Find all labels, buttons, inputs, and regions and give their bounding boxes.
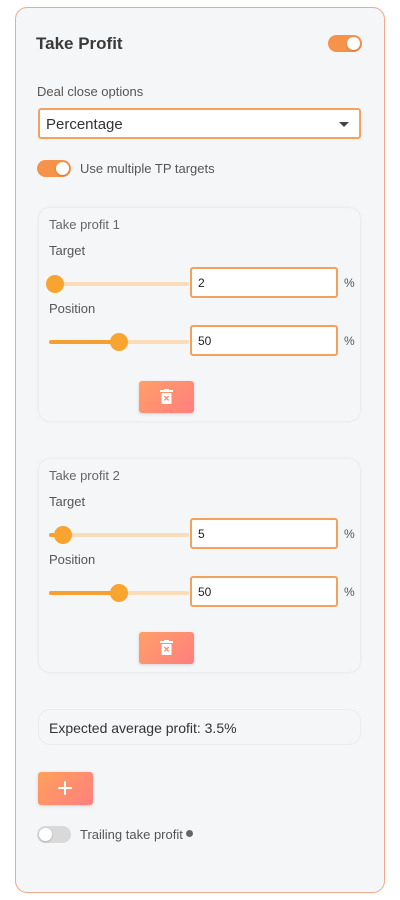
target-input[interactable] — [190, 267, 338, 298]
delete-target-button[interactable] — [139, 632, 194, 664]
take-profit-panel: Take Profit Deal close options Percentag… — [15, 7, 385, 893]
take-profit-toggle[interactable] — [328, 35, 362, 52]
card-title: Take profit 1 — [49, 217, 120, 232]
plus-icon — [58, 781, 72, 795]
deal-close-value: Percentage — [46, 116, 123, 133]
deal-close-label: Deal close options — [37, 84, 144, 99]
target-slider[interactable] — [49, 526, 189, 544]
target-slider[interactable] — [46, 275, 189, 293]
slider-thumb[interactable] — [110, 333, 128, 351]
toggle-knob — [39, 828, 52, 841]
take-profit-card-2: Take profit 2 Target % Position % — [38, 458, 361, 673]
slider-thumb[interactable] — [54, 526, 72, 544]
position-input[interactable] — [190, 325, 338, 356]
info-icon[interactable] — [186, 830, 193, 837]
slider-track — [49, 282, 189, 286]
chevron-down-icon — [339, 122, 349, 127]
panel-title: Take Profit — [36, 34, 123, 53]
multiple-tp-toggle[interactable] — [37, 160, 71, 177]
position-slider[interactable] — [49, 584, 189, 602]
target-unit: % — [344, 527, 355, 541]
card-title: Take profit 2 — [49, 468, 120, 483]
position-slider[interactable] — [49, 333, 189, 351]
target-label: Target — [49, 243, 86, 258]
deal-close-select[interactable]: Percentage — [38, 108, 361, 139]
take-profit-card-1: Take profit 1 Target % Position % — [38, 207, 361, 422]
expected-profit-summary: Expected average profit: 3.5% — [38, 709, 361, 745]
delete-target-button[interactable] — [139, 381, 194, 413]
position-unit: % — [344, 585, 355, 599]
trash-icon — [160, 389, 173, 404]
trailing-tp-label: Trailing take profit — [80, 827, 183, 842]
slider-fill — [49, 591, 119, 595]
target-label: Target — [49, 494, 86, 509]
position-input[interactable] — [190, 576, 338, 607]
toggle-knob — [56, 162, 69, 175]
trash-icon — [160, 640, 173, 655]
slider-thumb[interactable] — [46, 275, 64, 293]
target-unit: % — [344, 276, 355, 290]
target-input[interactable] — [190, 518, 338, 549]
position-unit: % — [344, 334, 355, 348]
slider-thumb[interactable] — [110, 584, 128, 602]
trailing-tp-toggle[interactable] — [37, 826, 71, 843]
expected-profit-text: Expected average profit: 3.5% — [49, 720, 237, 736]
add-target-button[interactable] — [38, 772, 93, 805]
toggle-knob — [347, 37, 360, 50]
position-label: Position — [49, 301, 96, 316]
position-label: Position — [49, 552, 96, 567]
multiple-tp-label: Use multiple TP targets — [80, 161, 215, 176]
slider-fill — [49, 340, 119, 344]
